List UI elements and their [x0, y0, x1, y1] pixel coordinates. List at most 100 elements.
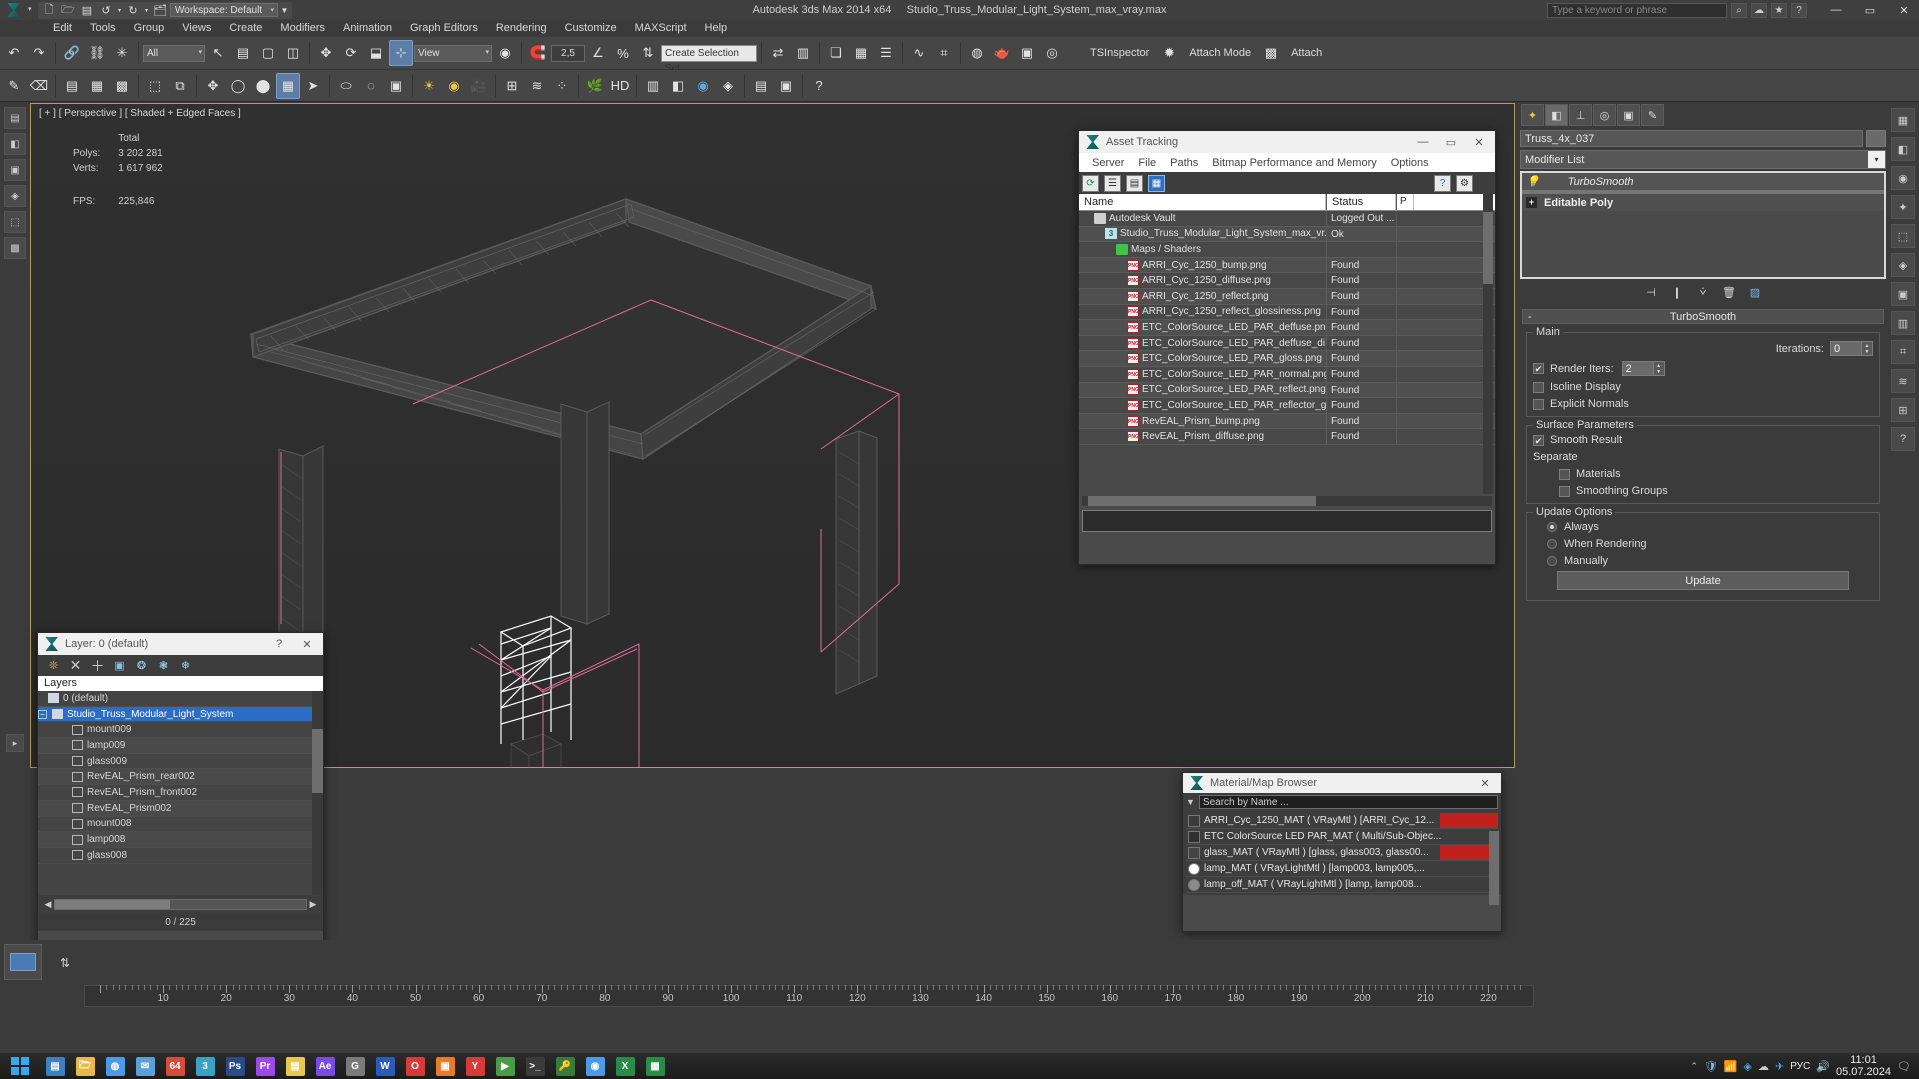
track-view-keys-icon[interactable]: ⇅: [52, 950, 78, 976]
layer-settings-icon[interactable]: ❄: [178, 659, 193, 673]
asset-row[interactable]: PNG ARRI_Cyc_1250_reflect_glossiness.png F…: [1079, 304, 1495, 321]
turbosmooth-rollout-header[interactable]: - TurboSmooth: [1522, 309, 1884, 324]
app-logo-icon[interactable]: [0, 0, 28, 20]
iterations-spinner[interactable]: 0 ▲ ▼: [1830, 341, 1873, 356]
material-row[interactable]: lamp_off_MAT ( VRayLightMtl ) [lamp, lam…: [1186, 877, 1498, 893]
material-list[interactable]: ARRI_Cyc_1250_MAT ( VRayMtl ) [ARRI_Cyc_…: [1183, 811, 1501, 895]
asset-help-icon[interactable]: ?: [1434, 174, 1451, 192]
rail-tool-1-icon[interactable]: ▦: [1891, 108, 1915, 132]
attach-mode-label[interactable]: Attach Mode: [1189, 47, 1251, 59]
asset-tracking-minimize-button[interactable]: —: [1409, 132, 1437, 153]
taskbar-word-icon[interactable]: W: [370, 1053, 400, 1079]
move-gizmo-icon[interactable]: ✥: [201, 73, 225, 99]
taskbar-explorer-icon[interactable]: ▤: [40, 1053, 70, 1079]
asset-row[interactable]: PNG ARRI_Cyc_1250_bump.png Found: [1079, 257, 1495, 274]
subscription-icon[interactable]: ☁: [1751, 2, 1767, 18]
onedrive-icon[interactable]: ☁: [1758, 1060, 1769, 1073]
taskbar-webcam-icon[interactable]: ◉: [580, 1053, 610, 1079]
smooth-result-row[interactable]: ✔ Smooth Result: [1533, 434, 1873, 446]
tray-expand-icon[interactable]: ⌃: [1690, 1061, 1698, 1072]
rail-tool-5-icon[interactable]: ⬚: [1891, 224, 1915, 248]
layer-row[interactable]: lamp009: [38, 738, 323, 754]
menu-item-modifiers[interactable]: Modifiers: [271, 20, 334, 37]
delete-layer-icon[interactable]: ✕: [68, 657, 83, 673]
hierarchy-tab[interactable]: ⊥: [1569, 104, 1592, 126]
shield-icon[interactable]: 🛡: [1704, 1060, 1718, 1073]
render-production-icon[interactable]: ◎: [1040, 40, 1064, 66]
infocenter-icon[interactable]: ⌕: [1731, 2, 1747, 18]
taskbar-excel-icon[interactable]: X: [610, 1053, 640, 1079]
update-option-always-row[interactable]: Always: [1533, 521, 1873, 533]
asset-row[interactable]: Autodesk Vault Logged Out ...: [1079, 211, 1495, 227]
layer-row[interactable]: − Studio_Truss_Modular_Light_System: [38, 706, 323, 723]
menu-item-group[interactable]: Group: [125, 20, 174, 37]
cloth-icon[interactable]: HD: [608, 73, 632, 99]
grid-view-icon[interactable]: ▦: [1148, 174, 1165, 192]
modifier-list-dropdown[interactable]: Modifier List ▾: [1520, 150, 1886, 169]
ribbon-toggle-icon[interactable]: ☰: [874, 40, 898, 66]
materials-row[interactable]: Materials: [1533, 468, 1873, 480]
asset-row[interactable]: PNG RevEAL_Prism_diffuse.png Found: [1079, 429, 1495, 445]
layer-row[interactable]: RevEAL_Prism_front002: [38, 785, 323, 801]
sound-icon[interactable]: 🔊: [1816, 1060, 1830, 1073]
material-list-scroll-thumb[interactable]: [1489, 831, 1499, 905]
modifier-stack-item-turbosmooth[interactable]: 💡 TurboSmooth: [1522, 173, 1884, 190]
smoothing-groups-row[interactable]: Smoothing Groups: [1533, 485, 1873, 497]
asset-path-field[interactable]: [1082, 510, 1492, 532]
taskbar-opera-icon[interactable]: O: [400, 1053, 430, 1079]
menu-item-tools[interactable]: Tools: [81, 20, 125, 37]
taskbar-blender-icon[interactable]: ▣: [430, 1053, 460, 1079]
rollout-collapse-icon[interactable]: -: [1528, 310, 1532, 324]
layer-row[interactable]: RevEAL_Prism002: [38, 800, 323, 817]
rail-tool-4-icon[interactable]: ✦: [1891, 195, 1915, 219]
new-layer-icon[interactable]: ❊: [46, 659, 61, 673]
attach-label[interactable]: Attach: [1291, 47, 1322, 59]
rendered-frame-icon[interactable]: ▣: [1015, 40, 1039, 66]
taskbar-notes-icon[interactable]: ▤: [280, 1053, 310, 1079]
menu-item-graph-editors[interactable]: Graph Editors: [401, 20, 487, 37]
asset-row[interactable]: Maps / Shaders: [1079, 242, 1495, 258]
material-row[interactable]: ETC ColorSource LED PAR_MAT ( Multi/Sub-…: [1186, 829, 1498, 845]
smooth-result-checkbox[interactable]: ✔: [1533, 434, 1544, 446]
taskbar-terminal-icon[interactable]: >_: [520, 1053, 550, 1079]
pencil-tool-icon[interactable]: ✎: [2, 73, 26, 99]
undo-tool-icon[interactable]: ↶: [2, 40, 26, 66]
update-option-always-radio[interactable]: [1547, 522, 1557, 532]
motion-tab[interactable]: ◎: [1593, 104, 1616, 126]
maxscript-listener-icon[interactable]: ▣: [774, 73, 798, 99]
spinner-snap-icon[interactable]: ⇅: [636, 40, 660, 66]
select-highlight-icon[interactable]: ❂: [134, 659, 149, 673]
torus-icon[interactable]: ◌: [359, 73, 383, 99]
rail-tool-2-icon[interactable]: ◧: [1891, 137, 1915, 161]
selection-filter-dropdown[interactable]: All: [143, 44, 205, 62]
material-map-browser-dialog[interactable]: Material/Map Browser ✕ ▼ Search by Name …: [1182, 772, 1502, 932]
make-unique-icon[interactable]: ⩒: [1695, 284, 1712, 301]
vp-tool-4-icon[interactable]: ◈: [4, 185, 26, 207]
create-tab[interactable]: ✦: [1521, 104, 1544, 126]
materials-checkbox[interactable]: [1559, 468, 1570, 480]
refresh-icon[interactable]: ⟳: [1082, 174, 1099, 192]
render-iters-value[interactable]: 2: [1621, 361, 1654, 376]
layer-scroll-slider[interactable]: [54, 898, 307, 910]
render-setup-icon[interactable]: 🫖: [990, 40, 1014, 66]
object-color-swatch[interactable]: [1866, 130, 1886, 147]
arrow-icon[interactable]: ➤: [301, 73, 325, 99]
asset-row[interactable]: PNG ETC_ColorSource_LED_PAR_reflect.png Fo…: [1079, 382, 1495, 399]
select-objects-icon[interactable]: ▣: [112, 659, 127, 673]
new-file-icon[interactable]: 🗋: [40, 2, 58, 18]
vray-frame-buffer-icon[interactable]: ▥: [641, 73, 665, 99]
vray-proxy-icon[interactable]: ◈: [716, 73, 740, 99]
asset-row[interactable]: PNG ETC_ColorSource_LED_PAR_normal.png Fou…: [1079, 366, 1495, 383]
taskbar-folder-icon[interactable]: 🗁: [70, 1053, 100, 1079]
menu-item-rendering[interactable]: Rendering: [487, 20, 556, 37]
update-button[interactable]: Update: [1557, 571, 1849, 590]
rail-tool-6-icon[interactable]: ◈: [1891, 253, 1915, 277]
help-icon[interactable]: ?: [1791, 2, 1807, 18]
pin-stack-icon[interactable]: ⊣: [1643, 284, 1660, 301]
update-option-manually-row[interactable]: Manually: [1533, 555, 1873, 567]
layer-row[interactable]: lamp008: [38, 832, 323, 848]
render-iters-checkbox[interactable]: ✔: [1533, 363, 1544, 374]
undo-icon[interactable]: ↺: [97, 2, 115, 18]
object-name-input[interactable]: Truss_4x_037: [1520, 130, 1863, 147]
asset-menu-options[interactable]: Options: [1384, 157, 1436, 169]
